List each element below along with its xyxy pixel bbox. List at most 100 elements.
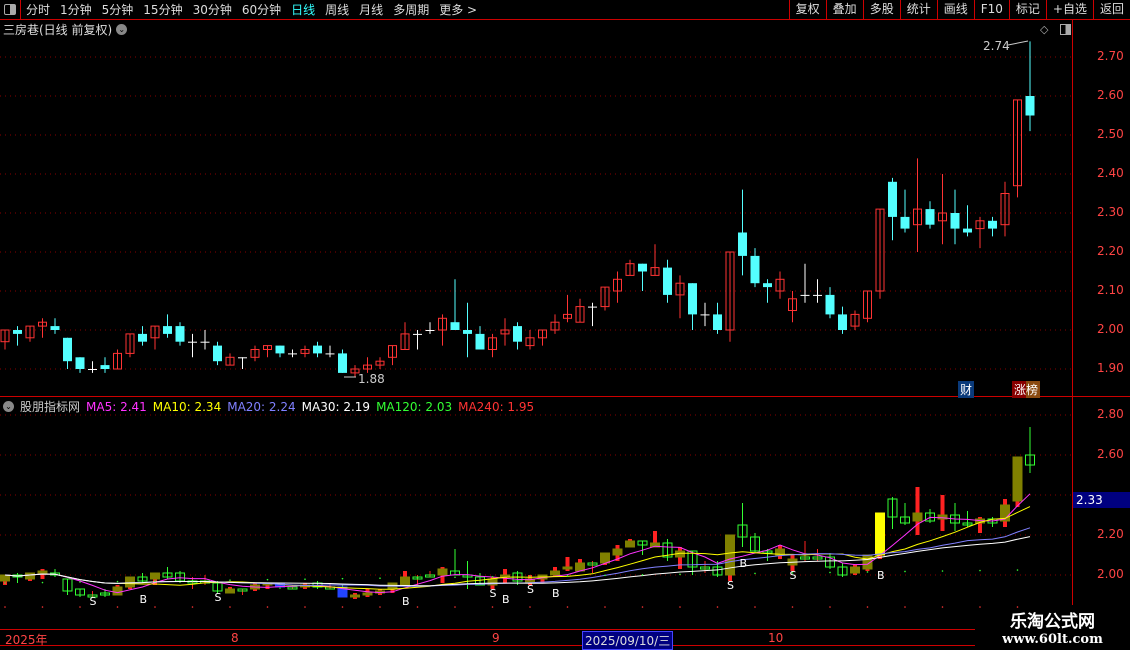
indicator-tick: 2.60 [1097,447,1124,461]
candle-body [1025,96,1035,116]
price-tick: 2.00 [1097,322,1124,336]
ma240-dot [454,606,456,608]
ma240-dot [791,606,794,608]
ma120-dot [1016,569,1019,571]
ma240-dot [754,606,756,608]
price-tick: 1.90 [1097,361,1124,375]
candle-body [688,283,697,315]
candle-body [63,337,72,362]
ma240-dot [266,606,269,608]
candle-body [838,314,847,330]
candle-body [588,306,597,308]
ma120-dot [641,574,644,576]
ma120-dot [116,580,119,583]
candle-body [75,357,85,369]
candle-body [275,345,285,354]
indicator-bar [437,568,448,576]
ma120-dot [566,575,569,577]
price-tick: 2.50 [1097,127,1124,141]
candle-body [988,220,997,229]
time-axis-top [0,629,975,630]
signal-marker: B [552,587,560,600]
candle-body [813,294,822,296]
ma120-dot [266,578,269,581]
indicator-bar [550,570,560,576]
ma120-dot [904,570,906,573]
time-label-year: 2025年 [5,633,48,647]
indicator-bar [875,512,885,556]
ma120-dot [191,579,194,582]
ma120-dot [379,577,381,579]
ma120-dot [679,573,681,576]
ma120-dot [529,575,531,578]
indicator-bar [400,576,410,586]
ma120-dot [454,576,456,579]
low-annotation: 1.88 [358,372,385,386]
candle-body [213,345,222,362]
kline-chart[interactable]: S B S BS BS BSBS B2.741.88 [0,0,1072,628]
signal-marker: S [490,587,497,600]
candle-body [200,341,210,343]
ma240-dot [304,606,306,608]
ma240-dot [116,606,119,608]
signal-marker: B [877,569,885,582]
indicator-bar [350,594,360,598]
ma120-dot [79,581,81,583]
candle-body [425,330,435,331]
indicator-bar [0,574,10,582]
candle-body [450,322,460,330]
ma120-dot [754,572,756,575]
time-label-aug: 8 [231,631,239,645]
candle-body [713,314,722,330]
candle-body [50,326,60,330]
candle-body [313,345,322,354]
ma240-dot [866,606,869,608]
indicator-bar [850,566,860,574]
indicator-tick: 2.00 [1097,567,1124,581]
indicator-bar [125,576,135,588]
indicator-tick: 2.20 [1097,527,1124,541]
candle-body [763,283,772,288]
candle-body [463,330,472,334]
ma120-dot [41,581,44,584]
ma120-dot [941,570,944,572]
ma240-dot [979,606,981,608]
price-tick: 2.30 [1097,205,1124,219]
indicator-bar [725,534,735,576]
candle-body [13,330,22,334]
indicator-bar [1012,456,1023,502]
ma240-dot [379,606,381,608]
candle-body [238,357,247,359]
ma240-dot [679,606,681,608]
signal-marker: B [502,593,510,606]
indicator-tick: 2.80 [1097,407,1124,421]
ma120-dot [304,578,306,580]
toolbar-button[interactable]: 返回 [1092,0,1130,19]
ma240-dot [641,606,644,608]
indicator-bar [225,588,235,594]
indicator-bar [112,586,123,596]
ma240-dot [341,606,344,608]
watermark-url: www.60lt.com [1002,632,1103,647]
indicator-bar [37,570,48,574]
ma120-dot [416,576,419,579]
ma240-dot [529,606,531,608]
indicator-bar [25,572,35,580]
ma240-dot [491,606,494,608]
ma240-dot [941,606,944,608]
candle-body [325,353,335,355]
indicator-bar [912,512,923,522]
ma240-dot [1016,606,1019,608]
candle-body [288,353,297,355]
signal-marker: B [140,593,148,606]
time-label-oct: 10 [768,631,784,645]
price-tick: 2.70 [1097,49,1124,63]
candle-body [738,232,747,256]
candle-body [750,255,760,284]
price-tick: 2.60 [1097,88,1124,102]
indicator-bar [600,552,610,564]
price-tick: 2.20 [1097,244,1124,258]
current-value-label: 2.33 [1073,492,1130,508]
signal-marker: S [790,569,797,582]
candle-body [338,353,347,373]
